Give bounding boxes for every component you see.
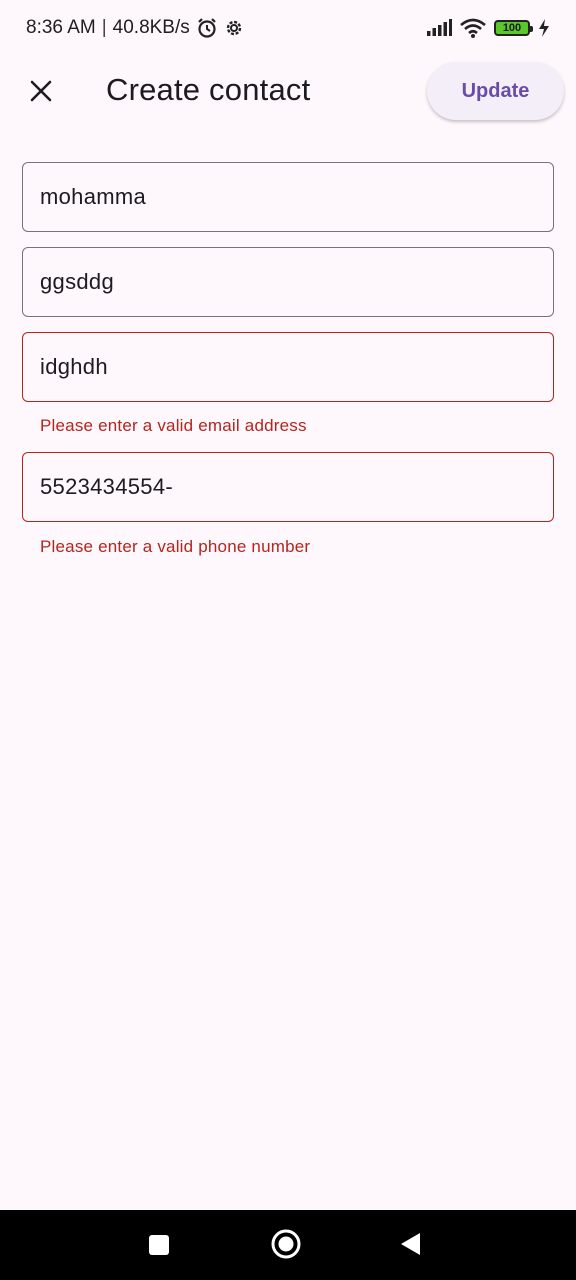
charging-bolt-icon [539, 19, 549, 37]
status-time: 8:36 AM [26, 17, 96, 38]
recents-square-icon [149, 1235, 169, 1255]
first-name-field[interactable]: mohamma [22, 162, 554, 232]
back-button[interactable] [398, 1231, 422, 1262]
phone-field[interactable]: 5523434554- [22, 452, 554, 522]
alarm-icon [197, 18, 216, 38]
status-bar: 8:36 AM | 40.8KB/s 100 [0, 0, 576, 56]
wifi-icon [460, 18, 486, 38]
battery-level: 100 [502, 22, 522, 34]
last-name-field[interactable]: ggsddg [22, 247, 554, 317]
create-contact-screen: 8:36 AM | 40.8KB/s 100 Create contact Up… [0, 0, 576, 1280]
first-name-value: mohamma [40, 184, 147, 209]
home-button[interactable] [270, 1228, 302, 1265]
signal-icon [427, 19, 452, 36]
close-icon [30, 80, 52, 102]
recents-button[interactable] [146, 1232, 172, 1263]
update-button[interactable]: Update [427, 62, 564, 120]
home-circle-icon [271, 1229, 301, 1259]
email-value: idghdh [40, 354, 108, 379]
last-name-value: ggsddg [40, 269, 114, 294]
page-title: Create contact [106, 72, 311, 107]
email-error-text: Please enter a valid email address [40, 416, 307, 435]
close-button[interactable] [18, 68, 64, 114]
phone-error-text: Please enter a valid phone number [40, 537, 311, 556]
phone-value: 5523434554- [40, 474, 173, 499]
battery-icon: 100 [494, 20, 533, 36]
status-left: 8:36 AM | 40.8KB/s [26, 17, 244, 39]
settings-gear-icon [226, 20, 241, 36]
network-speed: 40.8KB/s [112, 17, 190, 38]
back-triangle-icon [401, 1233, 420, 1255]
status-right: 100 [426, 18, 550, 38]
email-field[interactable]: idghdh [22, 332, 554, 402]
status-separator: | [101, 17, 107, 38]
app-bar: Create contact Update [0, 58, 576, 124]
navigation-bar [0, 1210, 576, 1280]
